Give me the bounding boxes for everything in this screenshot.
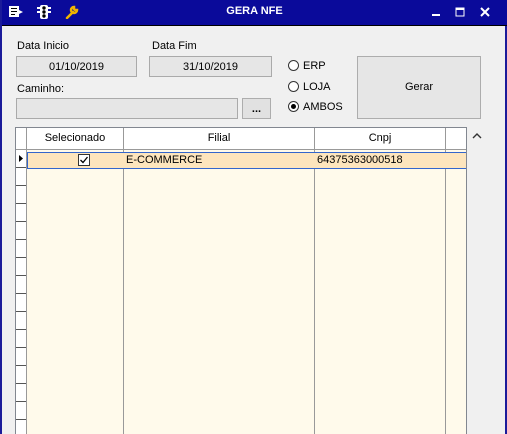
- row-indicator: [16, 312, 26, 330]
- row-indicator: [16, 168, 26, 186]
- radio-ambos[interactable]: AMBOS: [288, 101, 343, 115]
- data-fim-label: Data Fim: [152, 40, 197, 52]
- scroll-up-icon[interactable]: [472, 131, 482, 143]
- close-icon[interactable]: [478, 6, 492, 18]
- caminho-field[interactable]: [16, 98, 238, 119]
- row-indicator: [16, 330, 26, 348]
- data-inicio-field[interactable]: 01/10/2019: [16, 56, 137, 77]
- radio-loja[interactable]: LOJA: [288, 81, 331, 95]
- row-indicator: [16, 204, 26, 222]
- selecionado-checkbox[interactable]: [78, 154, 90, 166]
- header-selecionado[interactable]: Selecionado: [27, 128, 124, 149]
- row-indicator: [16, 294, 26, 312]
- column-divider: [445, 150, 446, 434]
- row-indicator: [16, 420, 26, 434]
- radio-circle: [288, 81, 299, 92]
- radio-erp[interactable]: ERP: [288, 60, 326, 74]
- row-indicator: [16, 222, 26, 240]
- radio-ambos-label: AMBOS: [303, 101, 343, 113]
- row-indicator: [16, 384, 26, 402]
- row-indicator: [16, 186, 26, 204]
- grid-header: Selecionado Filial Cnpj: [16, 128, 466, 150]
- column-divider: [314, 150, 315, 434]
- grid-scrollbar[interactable]: [467, 127, 488, 434]
- data-inicio-label: Data Inicio: [17, 40, 69, 52]
- cell-cnpj: 64375363000518: [317, 154, 403, 166]
- browse-button[interactable]: ...: [242, 98, 271, 119]
- row-indicator: [16, 402, 26, 420]
- header-indicator: [16, 128, 27, 149]
- radio-circle-selected: [288, 101, 299, 112]
- row-indicator: [16, 240, 26, 258]
- minimize-icon[interactable]: [429, 6, 443, 18]
- gera-nfe-window: GERA NFE Data Inicio 01/10/2019 Data Fim…: [0, 0, 507, 434]
- radio-circle: [288, 60, 299, 71]
- data-fim-field[interactable]: 31/10/2019: [149, 56, 272, 77]
- row-indicator[interactable]: [16, 150, 26, 168]
- header-cnpj[interactable]: Cnpj: [315, 128, 446, 149]
- row-indicator: [16, 276, 26, 294]
- caminho-label: Caminho:: [17, 83, 65, 95]
- cell-filial: E-COMMERCE: [126, 154, 203, 166]
- header-filial[interactable]: Filial: [124, 128, 315, 149]
- row-indicator-column: [16, 150, 27, 434]
- row-indicator: [16, 348, 26, 366]
- radio-loja-label: LOJA: [303, 81, 331, 93]
- title-bar[interactable]: GERA NFE: [2, 0, 507, 26]
- column-divider: [123, 150, 124, 434]
- gerar-button[interactable]: Gerar: [357, 56, 481, 119]
- row-indicator: [16, 258, 26, 276]
- header-spacer: [446, 128, 466, 149]
- radio-erp-label: ERP: [303, 60, 326, 72]
- maximize-icon[interactable]: [453, 6, 467, 18]
- filial-grid: Selecionado Filial Cnpj E-COMMERCE 64375…: [15, 127, 467, 434]
- table-row[interactable]: E-COMMERCE 64375363000518: [27, 152, 466, 169]
- row-indicator: [16, 366, 26, 384]
